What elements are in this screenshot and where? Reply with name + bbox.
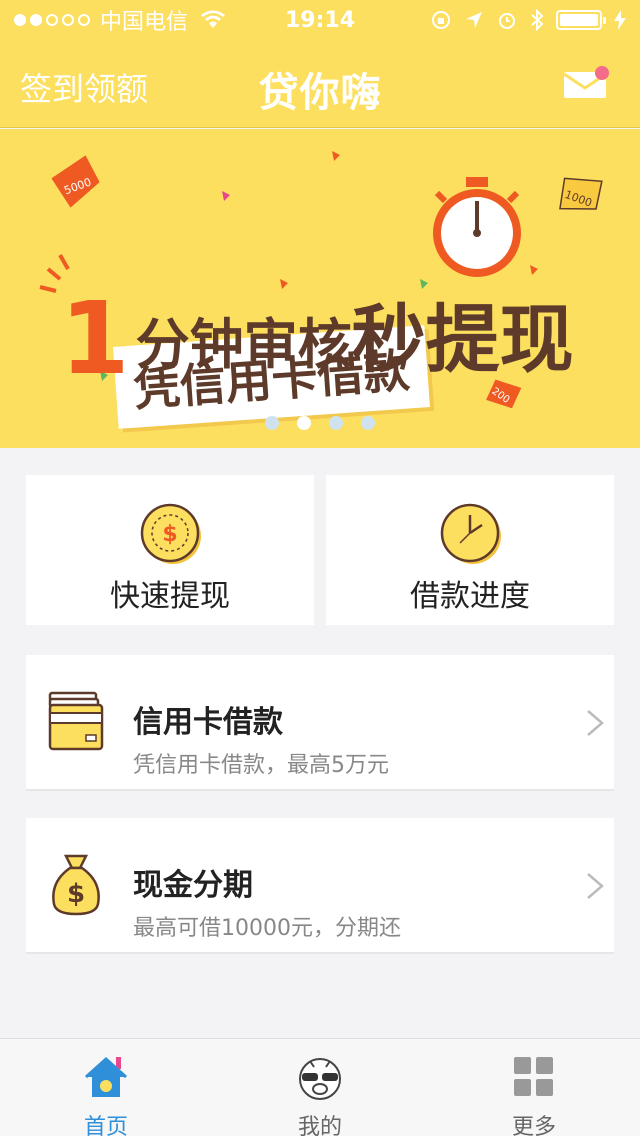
app-logo: 贷你嗨 <box>258 70 382 116</box>
grid-icon <box>514 1057 553 1096</box>
stopwatch-icon <box>433 177 521 277</box>
pager-dot[interactable] <box>361 416 375 430</box>
list-item-cash-installment[interactable]: $ 现金分期 最高可借10000元，分期还 <box>26 818 614 954</box>
battery-icon <box>556 10 606 30</box>
money-bag-icon: $ <box>52 854 100 916</box>
money-tag-icon: 5000 <box>51 155 100 208</box>
pager-dot[interactable] <box>265 416 279 430</box>
banner-big-text: 秒提现 <box>351 297 574 383</box>
banner-mid-text: 分钟审核 <box>135 313 352 376</box>
svg-text:$: $ <box>67 879 85 909</box>
pig-avatar-icon <box>299 1058 341 1100</box>
home-icon <box>84 1056 128 1097</box>
top-nav-bar: 签到领额 贷你嗨 <box>0 40 640 128</box>
credit-card-icon <box>48 691 104 751</box>
pager-dot-active[interactable] <box>297 416 311 430</box>
banner-pager[interactable] <box>0 416 640 430</box>
location-icon <box>466 12 482 28</box>
quick-withdraw-label: 快速提现 <box>110 579 230 614</box>
signal-strength-icon <box>14 14 90 26</box>
pager-dot[interactable] <box>329 416 343 430</box>
carrier-name: 中国电信 <box>100 10 189 35</box>
list-item-title: 信用卡借款 <box>133 705 283 740</box>
charging-icon <box>614 10 626 30</box>
banner-subheadline: 1 分钟审核 秒提现 <box>60 280 574 389</box>
tab-mine[interactable]: 我的 <box>240 1039 400 1136</box>
loan-progress-label: 借款进度 <box>410 579 530 614</box>
alarm-icon <box>499 13 515 29</box>
coin-icon: $ <box>140 503 201 564</box>
list-item-subtitle: 最高可借10000元，分期还 <box>133 916 401 941</box>
money-tag-icon: 1000 <box>559 177 603 210</box>
bluetooth-icon <box>531 9 544 31</box>
tab-home[interactable]: 首页 <box>26 1039 186 1136</box>
clock-icon <box>440 503 501 564</box>
loan-progress-card[interactable]: 借款进度 <box>326 475 614 625</box>
status-bar: 中国电信 19:14 <box>0 0 640 40</box>
wifi-icon <box>201 10 226 28</box>
chevron-right-icon <box>587 873 604 899</box>
tab-mine-label: 我的 <box>297 1115 342 1136</box>
tab-home-label: 首页 <box>83 1115 128 1136</box>
quick-withdraw-card[interactable]: $ 快速提现 <box>26 475 314 625</box>
tab-more-label: 更多 <box>511 1115 556 1136</box>
svg-text:$: $ <box>162 522 177 547</box>
list-item-credit-card-loan[interactable]: 信用卡借款 凭信用卡借款，最高5万元 <box>26 655 614 791</box>
orientation-lock-icon <box>432 11 450 29</box>
banner-number: 1 <box>60 280 130 397</box>
mail-icon[interactable] <box>562 66 610 100</box>
tab-more[interactable]: 更多 <box>454 1039 614 1136</box>
list-item-subtitle: 凭信用卡借款，最高5万元 <box>133 753 389 778</box>
chevron-right-icon <box>587 710 604 736</box>
list-item-title: 现金分期 <box>133 868 253 903</box>
bottom-tab-bar: 首页 我的 更多 <box>0 1038 640 1136</box>
